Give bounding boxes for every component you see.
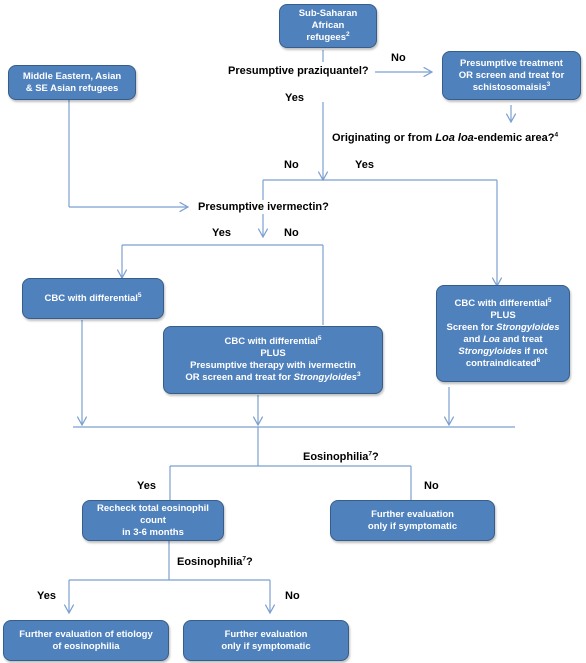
box-text: OR screen and treat for Strongyloides3 bbox=[185, 370, 361, 383]
box-cbc-right: CBC with differential5 PLUS Screen for S… bbox=[436, 285, 570, 382]
box-recheck-eosinophil: Recheck total eosinophil count in 3-6 mo… bbox=[82, 500, 224, 541]
box-text: Presumptive therapy with ivermectin bbox=[190, 360, 356, 371]
label-no: No bbox=[391, 52, 406, 64]
box-text: Further evaluation bbox=[224, 628, 308, 640]
box-cbc-left: CBC with differential5 bbox=[22, 278, 164, 319]
box-text: only if symptomatic bbox=[367, 520, 458, 532]
box-text: and Loa and treat bbox=[463, 333, 543, 345]
label-yes: Yes bbox=[212, 227, 231, 239]
box-further-eval-symptomatic-1: Further evaluation only if symptomatic bbox=[330, 500, 495, 541]
box-middle-eastern-refugees: Middle Eastern, Asian & SE Asian refugee… bbox=[8, 65, 136, 100]
label-yes: Yes bbox=[355, 159, 374, 171]
box-text: Sub-Saharan bbox=[298, 8, 358, 19]
label-yes: Yes bbox=[137, 480, 156, 492]
box-text: Further evaluation bbox=[371, 508, 454, 520]
box-text: in 3-6 months bbox=[122, 526, 184, 538]
box-text: Recheck total eosinophil count bbox=[97, 502, 209, 526]
box-text: Presumptive treatment bbox=[460, 57, 563, 69]
question-eosinophilia: Eosinophilia7? bbox=[303, 450, 379, 463]
box-text: African bbox=[311, 20, 345, 31]
box-text: PLUS bbox=[260, 348, 286, 359]
label-no: No bbox=[284, 159, 299, 171]
box-further-eval-etiology: Further evaluation of etiology of eosino… bbox=[3, 620, 169, 661]
box-text: Strongyloides if not bbox=[458, 345, 548, 357]
label-yes: Yes bbox=[37, 590, 56, 602]
box-sub-saharan-refugees: Sub-Saharan African refugees2 bbox=[279, 4, 377, 48]
box-schistosomiasis-treatment: Presumptive treatment OR screen and trea… bbox=[442, 51, 581, 100]
box-text: Further evaluation of etiology bbox=[19, 628, 153, 640]
box-text: schistosomaisis3 bbox=[472, 80, 551, 93]
question-eosinophilia-recheck: Eosinophilia7? bbox=[177, 555, 253, 568]
box-text: PLUS bbox=[490, 309, 516, 321]
box-text: CBC with differential5 bbox=[454, 296, 552, 309]
box-text: Screen for Strongyloides bbox=[446, 321, 560, 333]
label-yes: Yes bbox=[285, 92, 304, 104]
label-no: No bbox=[285, 590, 300, 602]
box-further-eval-symptomatic-2: Further evaluation only if symptomatic bbox=[183, 620, 349, 661]
box-text: contraindicated6 bbox=[465, 356, 541, 369]
question-loa-loa-endemic: Originating or from Loa loa-endemic area… bbox=[332, 131, 559, 144]
box-text: CBC with differential5 bbox=[224, 334, 322, 347]
box-text: only if symptomatic bbox=[221, 640, 311, 652]
box-text: refugees2 bbox=[306, 30, 350, 43]
box-cbc-middle: CBC with differential5 PLUS Presumptive … bbox=[163, 326, 383, 394]
question-ivermectin: Presumptive ivermectin? bbox=[198, 201, 329, 213]
box-text: Middle Eastern, Asian bbox=[22, 70, 122, 82]
box-text: CBC with differential5 bbox=[44, 291, 142, 304]
box-text: & SE Asian refugees bbox=[25, 82, 119, 94]
box-text: of eosinophilia bbox=[52, 640, 120, 652]
flowchart: Sub-Saharan African refugees2 Middle Eas… bbox=[0, 0, 586, 663]
label-no: No bbox=[284, 227, 299, 239]
label-no: No bbox=[424, 480, 439, 492]
question-praziquantel: Presumptive praziquantel? bbox=[228, 65, 369, 77]
